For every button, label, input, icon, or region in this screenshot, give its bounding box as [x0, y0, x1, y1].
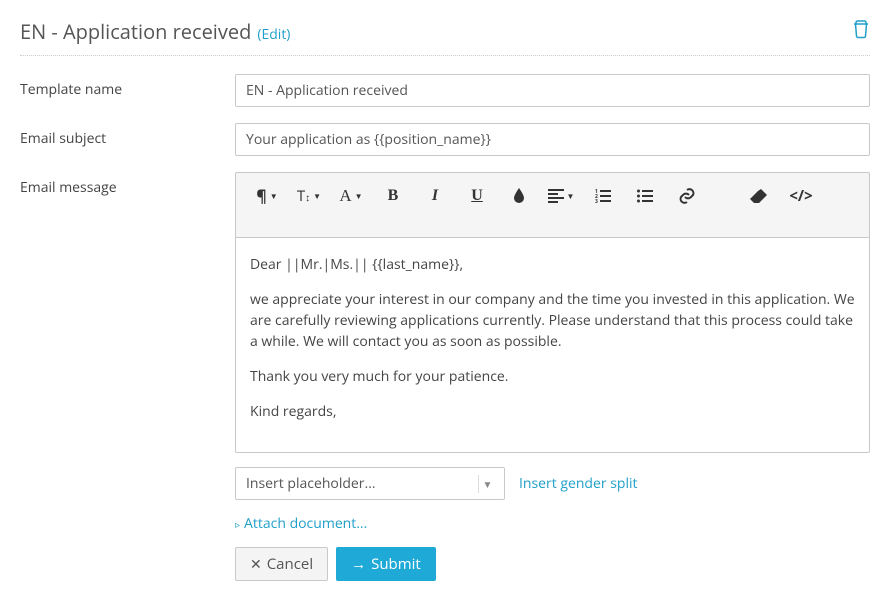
chevron-down-icon: ▼	[478, 475, 496, 493]
close-icon: ✕	[250, 555, 262, 574]
submit-button[interactable]: → Submit	[336, 547, 436, 581]
text-size-icon: T↕	[297, 186, 310, 206]
chevron-down-icon: ▼	[270, 191, 278, 202]
bold-button[interactable]: B	[372, 181, 414, 211]
cancel-button-label: Cancel	[267, 554, 313, 574]
arrow-right-icon: →	[351, 554, 366, 574]
email-subject-label: Email subject	[20, 123, 235, 156]
code-icon: </>	[789, 186, 812, 206]
email-message-label: Email message	[20, 172, 235, 581]
ordered-list-icon: 123	[595, 189, 611, 203]
code-view-button[interactable]: </>	[780, 181, 822, 211]
bold-icon: B	[388, 187, 399, 205]
dropdown-label: Insert placeholder...	[246, 474, 376, 493]
attach-document-link[interactable]: Attach document...	[244, 514, 367, 533]
message-greeting: Dear ||Mr.|Ms.|| {{last_name}},	[250, 254, 855, 275]
align-left-icon	[548, 189, 564, 203]
cancel-button[interactable]: ✕ Cancel	[235, 547, 328, 581]
delete-button[interactable]	[852, 19, 870, 44]
svg-text:3: 3	[595, 199, 598, 203]
template-name-input[interactable]	[235, 74, 870, 107]
underline-icon: U	[471, 187, 483, 205]
page-title: EN - Application received	[20, 18, 251, 45]
ordered-list-button[interactable]: 123	[582, 181, 624, 211]
ink-drop-button[interactable]	[498, 181, 540, 211]
ink-drop-icon	[512, 188, 526, 204]
message-body-1: we appreciate your interest in our compa…	[250, 289, 855, 352]
italic-button[interactable]: I	[414, 181, 456, 211]
align-button[interactable]: ▼	[540, 181, 582, 211]
editor-content[interactable]: Dear ||Mr.|Ms.|| {{last_name}}, we appre…	[235, 237, 870, 453]
submit-button-label: Submit	[371, 554, 421, 574]
message-signoff: Kind regards,	[250, 401, 855, 422]
chevron-down-icon: ▼	[567, 191, 575, 202]
link-icon	[678, 188, 696, 204]
italic-icon: I	[432, 187, 438, 205]
message-body-2: Thank you very much for your patience.	[250, 366, 855, 387]
paragraph-format-button[interactable]: ¶▼	[246, 181, 288, 211]
chevron-down-icon: ▼	[313, 191, 321, 202]
pilcrow-icon: ¶	[256, 185, 266, 207]
underline-button[interactable]: U	[456, 181, 498, 211]
unordered-list-icon	[637, 189, 653, 203]
eraser-icon	[750, 189, 768, 203]
rich-text-editor: ¶▼ T↕ ▼ A▼ B I	[235, 172, 870, 453]
insert-gender-split-link[interactable]: Insert gender split	[519, 474, 638, 493]
clear-formatting-button[interactable]	[738, 181, 780, 211]
font-color-button[interactable]: A▼	[330, 181, 372, 211]
insert-link-button[interactable]	[666, 181, 708, 211]
text-size-button[interactable]: T↕ ▼	[288, 181, 330, 211]
email-subject-input[interactable]	[235, 123, 870, 156]
edit-link[interactable]: (Edit)	[257, 25, 290, 44]
unordered-list-button[interactable]	[624, 181, 666, 211]
trash-icon	[852, 19, 870, 39]
triangle-right-icon: ▹	[235, 517, 240, 531]
font-color-icon: A	[339, 186, 351, 206]
insert-placeholder-dropdown[interactable]: Insert placeholder... ▼	[235, 467, 505, 500]
template-name-label: Template name	[20, 74, 235, 107]
page-header: EN - Application received (Edit)	[20, 18, 870, 56]
editor-toolbar: ¶▼ T↕ ▼ A▼ B I	[235, 172, 870, 237]
chevron-down-icon: ▼	[355, 191, 363, 202]
